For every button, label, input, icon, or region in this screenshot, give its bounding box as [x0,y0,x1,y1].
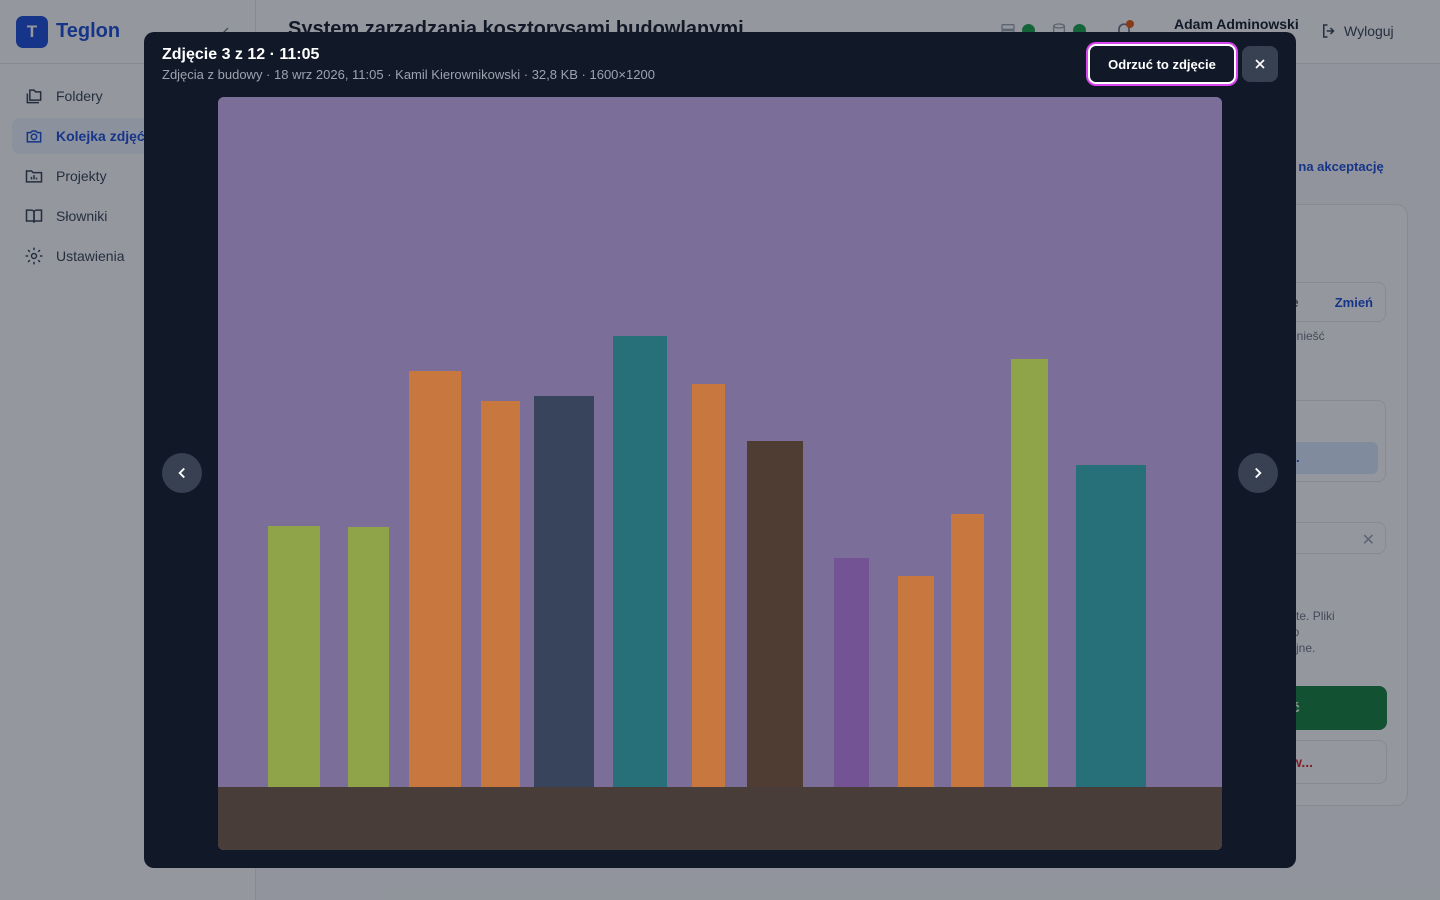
lightbox-meta: Zdjęcia z budowy · 18 wrz 2026, 11:05 · … [162,67,655,82]
photo-ground [218,787,1222,850]
photo-block-6 [613,336,667,787]
reject-photo-button[interactable]: Odrzuć to zdjęcie [1088,44,1236,84]
lightbox-title: Zdjęcie 3 z 12 · 11:05 [162,46,320,63]
photo-block-10 [898,576,934,787]
photo-block-7 [692,384,725,787]
photo-block-12 [1011,359,1048,787]
photo-block-1 [268,526,320,787]
photo-block-3 [409,371,461,787]
photo-block-9 [834,558,869,787]
previous-photo-button[interactable] [162,453,202,493]
photo-lightbox: Zdjęcie 3 z 12 · 11:05 Zdjęcia z budowy … [144,32,1296,868]
close-icon [1255,59,1265,69]
next-photo-button[interactable] [1238,453,1278,493]
photo-block-2 [348,527,389,787]
photo-block-8 [747,441,803,787]
photo-block-4 [481,401,520,787]
photo-image [218,97,1222,850]
close-lightbox-button[interactable] [1242,46,1278,82]
chevron-right-icon [1255,467,1262,479]
photo-block-5 [534,396,594,787]
photo-canvas [218,97,1222,850]
chevron-left-icon [178,467,185,479]
photo-block-13 [1076,465,1146,787]
photo-block-11 [951,514,984,787]
